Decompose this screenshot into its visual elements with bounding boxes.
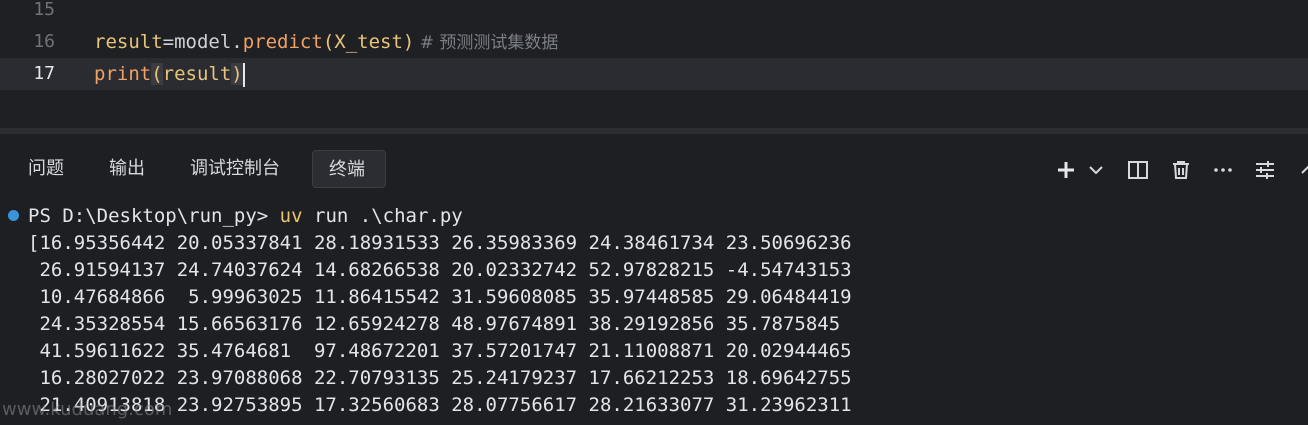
terminal-output-line: 16.28027022 23.97088068 22.70793135 25.2… xyxy=(28,367,852,389)
line-number: 15 xyxy=(33,0,55,20)
token-operator: = xyxy=(162,31,175,53)
token-paren-open: ( xyxy=(322,31,335,53)
line-number: 17 xyxy=(33,63,55,84)
code-line-16[interactable]: 16 result=model.predict(X_test) # 预测测试集数… xyxy=(0,26,1308,58)
terminal-prompt: PS D:\Desktop\run_py> xyxy=(28,205,280,227)
code-line-17[interactable]: 17 print(result) xyxy=(0,58,1308,90)
panel-tabs: 问题 输出 调试控制台 终端 xyxy=(0,150,1308,190)
tab-terminal[interactable]: 终端 xyxy=(312,150,386,188)
token-object: model. xyxy=(174,31,243,53)
settings-sliders-icon[interactable] xyxy=(1253,158,1277,182)
terminal-command-line: PS D:\Desktop\run_py> uv run .\char.py xyxy=(28,203,463,230)
split-icon[interactable] xyxy=(1126,158,1150,182)
token-comment: # 预测测试集数据 xyxy=(414,33,559,53)
watermark: www.kuduang.com xyxy=(2,399,173,420)
code-text: print(result) xyxy=(94,58,245,90)
terminal-output-line: 41.59611622 35.4764681 97.48672201 37.57… xyxy=(28,340,852,362)
code-text: result=model.predict(X_test) # 预测测试集数据 xyxy=(94,26,558,59)
terminal-output-line: 10.47684866 5.99963025 11.86415542 31.59… xyxy=(28,286,852,308)
token-paren-close: ) xyxy=(402,31,415,53)
plus-icon[interactable] xyxy=(1054,158,1078,182)
text-cursor xyxy=(242,62,245,87)
terminal-output-line: [16.95356442 20.05337841 28.18931533 26.… xyxy=(28,232,852,254)
more-icon[interactable] xyxy=(1211,158,1235,182)
token-function: print xyxy=(94,63,152,85)
token-function: predict xyxy=(242,31,323,53)
terminal-output-line: 24.35328554 15.66563176 12.65924278 48.9… xyxy=(28,313,841,335)
code-editor[interactable]: 15 16 result=model.predict(X_test) # 预测测… xyxy=(0,0,1308,128)
terminal-command-name: uv xyxy=(279,205,303,227)
token-paren-open: ( xyxy=(151,63,163,85)
trash-icon[interactable] xyxy=(1169,158,1193,182)
tab-debug-console[interactable]: 调试控制台 xyxy=(174,150,296,188)
token-argument: result xyxy=(162,63,232,85)
code-line-15[interactable]: 15 xyxy=(0,0,1308,26)
token-paren-close: ) xyxy=(231,63,243,85)
token-variable: result xyxy=(94,31,163,53)
terminal-output-line: 26.91594137 24.74037624 14.68266538 20.0… xyxy=(28,259,852,281)
terminal-command-args: run .\char.py xyxy=(302,205,463,227)
token-argument: X_test xyxy=(334,31,403,53)
chevron-up-icon[interactable] xyxy=(1296,158,1308,182)
chevron-down-icon[interactable] xyxy=(1084,158,1108,182)
line-number: 16 xyxy=(33,31,55,52)
command-status-dot[interactable] xyxy=(8,210,19,221)
tab-problems[interactable]: 问题 xyxy=(12,150,80,188)
tab-output[interactable]: 输出 xyxy=(93,150,161,188)
bottom-panel: 问题 输出 调试控制台 终端 PS D:\Desktop\run_py> uv … xyxy=(0,134,1308,425)
